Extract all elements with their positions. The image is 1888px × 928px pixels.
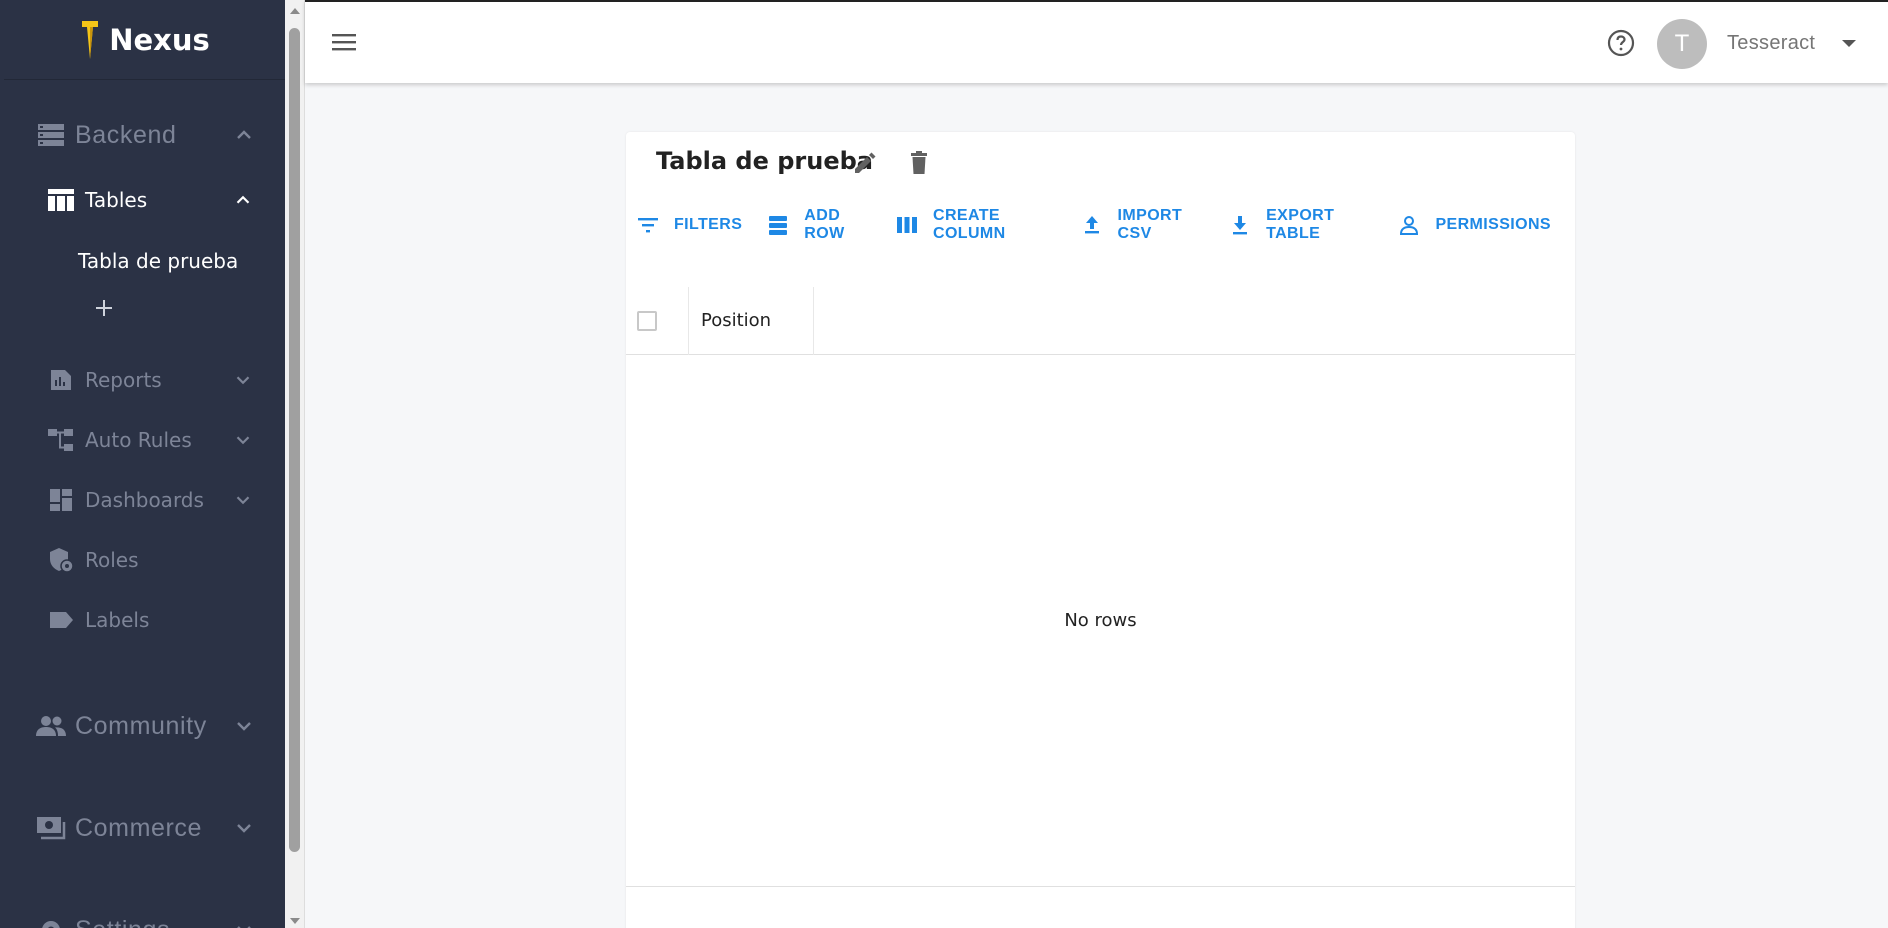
column-separator[interactable] [813, 287, 814, 355]
storage-icon [36, 120, 66, 150]
upload-icon [1080, 213, 1104, 237]
sidebar-item-auto-rules[interactable]: Auto Rules [4, 420, 285, 460]
table-icon [47, 186, 75, 214]
gear-icon [36, 915, 66, 928]
chevron-up-icon [236, 195, 250, 204]
sidebar-section-commerce[interactable]: Commerce [4, 808, 285, 848]
brand[interactable]: Nexus [4, 0, 285, 80]
sidebar-section-community[interactable]: Community [4, 706, 285, 746]
sidebar-section-label: Commerce [75, 813, 203, 842]
select-all-checkbox[interactable] [637, 311, 657, 331]
grid-header: Position [626, 287, 1575, 355]
nexus-logo-icon [79, 18, 101, 62]
columns-icon [895, 213, 919, 237]
permissions-label: PERMISSIONS [1435, 216, 1551, 233]
sidebar-item-label: Labels [85, 608, 150, 632]
chevron-down-icon [236, 376, 250, 385]
chevron-down-icon [236, 496, 250, 505]
column-header-position[interactable]: Position [701, 310, 771, 331]
sidebar-item-label: Dashboards [85, 488, 204, 512]
sidebar-item-tables[interactable]: Tables [4, 180, 285, 220]
table-card: Tabla de prueba FILTERS ADD ROW CREATE C… [626, 132, 1575, 928]
person-icon [1397, 213, 1421, 237]
dashboard-icon [47, 486, 75, 514]
shield-icon [47, 546, 75, 574]
trash-icon[interactable] [904, 148, 934, 178]
filters-button[interactable]: FILTERS [636, 210, 742, 240]
sidebar-scrollbar[interactable] [285, 0, 305, 928]
rows-icon [766, 213, 790, 237]
export-table-button[interactable]: EXPORT TABLE [1228, 207, 1373, 242]
sidebar-item-dashboards[interactable]: Dashboards [4, 480, 285, 520]
sidebar-item-label: Roles [85, 548, 139, 572]
filter-icon [636, 213, 660, 237]
sidebar-section-label: Settings [75, 916, 170, 928]
column-separator[interactable] [688, 287, 689, 355]
avatar[interactable]: T [1657, 19, 1707, 69]
sidebar-table-link[interactable]: Tabla de prueba [78, 249, 238, 273]
report-icon [47, 366, 75, 394]
scrollbar-thumb[interactable] [289, 28, 300, 852]
sidebar-item-roles[interactable]: Roles [4, 540, 285, 580]
menu-icon[interactable] [331, 30, 357, 54]
sidebar-item-label: Tables [85, 188, 148, 212]
chevron-down-icon [237, 926, 251, 928]
sidebar-section-backend[interactable]: Backend [4, 115, 285, 155]
add-row-button[interactable]: ADD ROW [766, 207, 871, 242]
table-toolbar: FILTERS ADD ROW CREATE COLUMN IMPORT CSV… [636, 207, 1575, 242]
sidebar-item-reports[interactable]: Reports [4, 360, 285, 400]
create-column-button[interactable]: CREATE COLUMN [895, 207, 1056, 242]
chevron-down-icon [237, 824, 251, 833]
empty-state: No rows [1064, 610, 1137, 631]
filters-label: FILTERS [674, 216, 743, 233]
import-csv-button[interactable]: IMPORT CSV [1080, 207, 1205, 242]
chevron-down-icon [236, 436, 250, 445]
add-row-label: ADD ROW [804, 207, 845, 242]
pencil-icon[interactable] [850, 148, 880, 178]
sidebar-item-label: Auto Rules [85, 428, 192, 452]
chevron-up-icon [237, 130, 251, 139]
table-title: Tabla de prueba [656, 147, 873, 175]
user-name[interactable]: Tesseract [1727, 32, 1815, 55]
sidebar-item-label: Reports [85, 368, 162, 392]
scroll-up-arrow-icon[interactable] [290, 8, 300, 14]
grid-footer-divider [626, 886, 1575, 887]
flow-icon [47, 426, 75, 454]
chevron-down-icon [237, 722, 251, 731]
sidebar-section-label: Community [75, 711, 207, 740]
export-table-label: EXPORT TABLE [1266, 207, 1335, 242]
sidebar: Nexus Backend Tables Tabla de prueba Rep… [0, 0, 285, 928]
brand-name: Nexus [109, 22, 210, 57]
label-icon [47, 606, 75, 634]
import-csv-label: IMPORT CSV [1117, 207, 1183, 242]
add-table-icon[interactable] [92, 296, 116, 320]
sidebar-item-labels[interactable]: Labels [4, 600, 285, 640]
people-icon [36, 711, 66, 741]
create-column-label: CREATE COLUMN [933, 207, 1006, 242]
sidebar-section-label: Backend [75, 120, 177, 149]
help-icon[interactable] [1607, 29, 1635, 57]
top-app-bar: T Tesseract [305, 0, 1888, 83]
sidebar-section-settings[interactable]: Settings [4, 910, 285, 928]
permissions-button[interactable]: PERMISSIONS [1397, 210, 1551, 240]
scroll-down-arrow-icon[interactable] [290, 918, 300, 924]
caret-down-icon[interactable] [1842, 40, 1856, 47]
download-icon [1228, 213, 1252, 237]
cash-icon [36, 813, 66, 843]
